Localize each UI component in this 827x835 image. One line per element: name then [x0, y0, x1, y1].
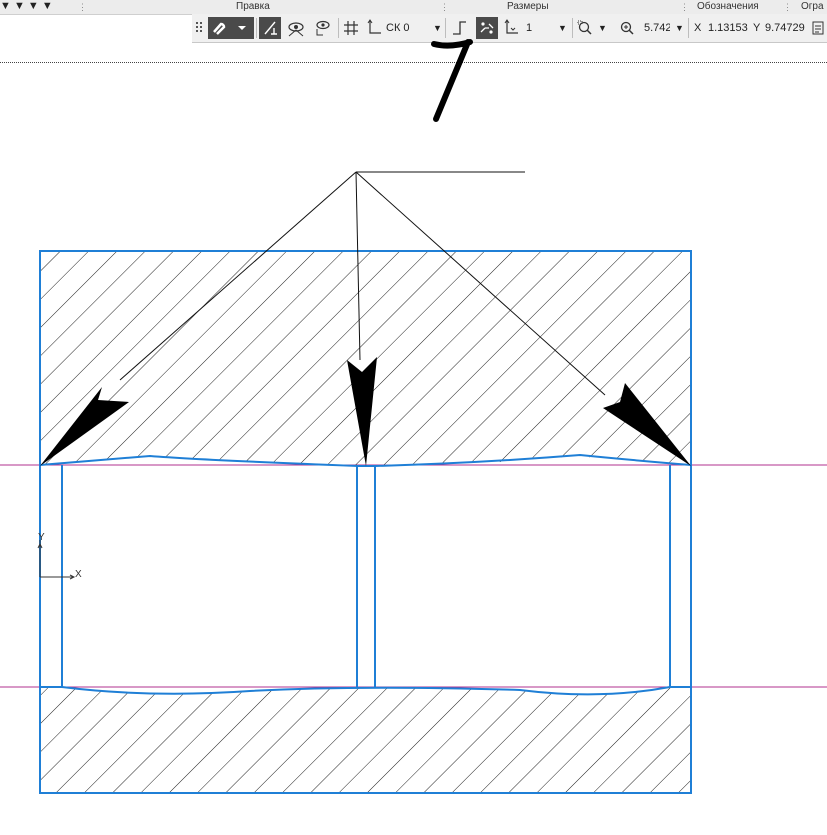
origin-axis-indicator — [37, 540, 76, 580]
bottom-hatch-region — [40, 687, 691, 793]
drawing-canvas[interactable]: X Y — [0, 0, 827, 835]
axis-x-label: X — [75, 569, 82, 580]
axis-y-label: Y — [38, 532, 45, 543]
pointer-annotation-stroke — [431, 39, 473, 122]
